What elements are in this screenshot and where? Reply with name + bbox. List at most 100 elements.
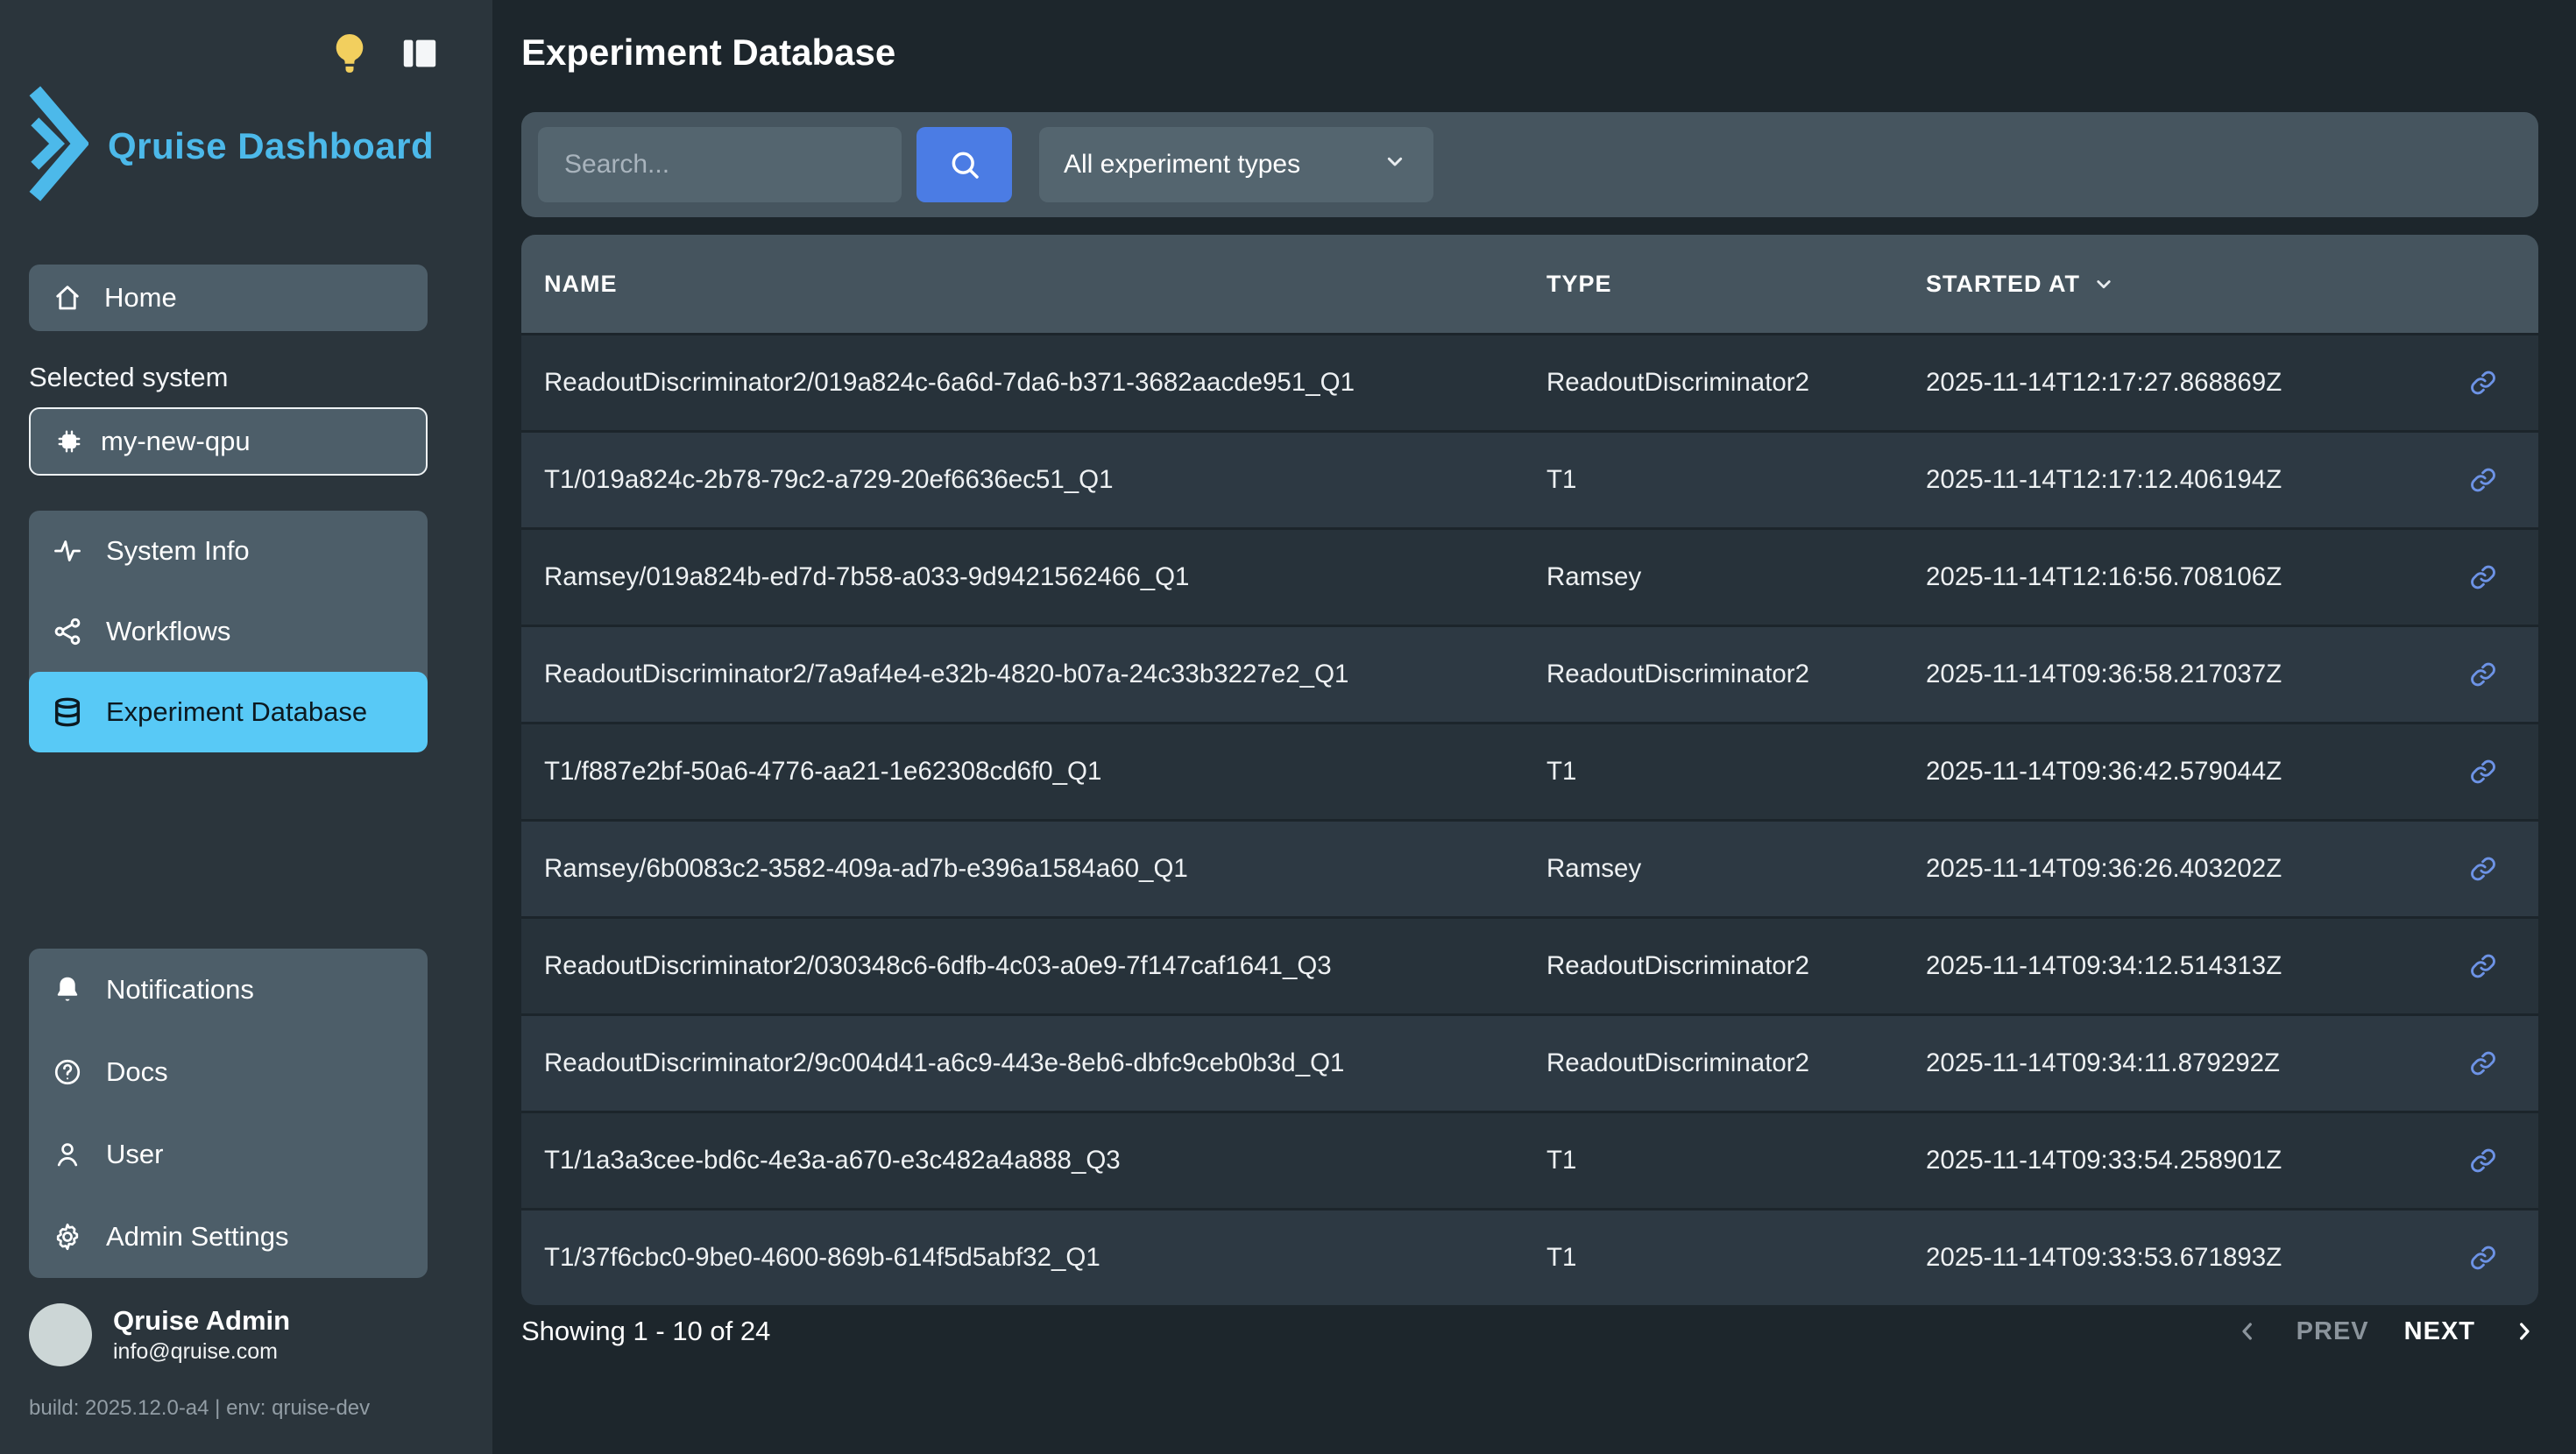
qruise-logo-icon: [29, 83, 88, 208]
search-input[interactable]: [538, 127, 902, 202]
prev-page-button[interactable]: PREV: [2296, 1317, 2369, 1346]
chevron-left-icon[interactable]: [2233, 1317, 2261, 1345]
sidebar: Qruise Dashboard Home Selected system my…: [0, 0, 492, 1454]
experiment-type-cell: Ramsey: [1546, 854, 1926, 884]
activity-icon: [52, 535, 83, 567]
sidebar-item-docs[interactable]: Docs: [29, 1031, 428, 1113]
experiment-type-cell: ReadoutDiscriminator2: [1546, 368, 1926, 398]
experiment-started-cell: 2025-11-14T09:36:26.403202Z: [1926, 854, 2428, 884]
experiment-started-cell: 2025-11-14T09:36:58.217037Z: [1926, 660, 2428, 689]
selected-system-value: my-new-qpu: [101, 426, 251, 457]
database-icon: [52, 696, 83, 728]
home-icon: [52, 282, 83, 314]
brand: Qruise Dashboard: [29, 83, 434, 208]
experiment-started-cell: 2025-11-14T09:33:54.258901Z: [1926, 1146, 2428, 1175]
sidebar-item-admin-settings[interactable]: Admin Settings: [29, 1196, 428, 1278]
sidebar-item-home[interactable]: Home: [29, 265, 428, 331]
experiment-type-cell: ReadoutDiscriminator2: [1546, 951, 1926, 981]
sidebar-item-label: Experiment Database: [106, 696, 367, 728]
pagination-summary: Showing 1 - 10 of 24: [521, 1316, 770, 1347]
sidebar-item-label: Admin Settings: [106, 1221, 289, 1253]
column-header-started-at-label: STARTED AT: [1926, 271, 2080, 298]
sidebar-item-experiment-database[interactable]: Experiment Database: [29, 672, 428, 752]
sidebar-toggle-icon[interactable]: [400, 33, 440, 74]
selected-system-label: Selected system: [29, 362, 228, 393]
experiment-type-cell: ReadoutDiscriminator2: [1546, 1048, 1926, 1078]
table-body: ReadoutDiscriminator2/019a824c-6a6d-7da6…: [521, 333, 2538, 1305]
open-experiment-link[interactable]: [2468, 854, 2498, 884]
sidebar-item-label: Notifications: [106, 974, 254, 1006]
experiment-started-cell: 2025-11-14T12:17:12.406194Z: [1926, 465, 2428, 495]
user-profile[interactable]: Qruise Admin info@qruise.com: [29, 1303, 290, 1366]
chevron-down-icon: [1381, 147, 1409, 182]
chevron-right-icon[interactable]: [2510, 1317, 2538, 1345]
sort-desc-icon[interactable]: [2091, 271, 2117, 297]
column-header-name: NAME: [544, 271, 1546, 298]
table-row: T1/37f6cbc0-9be0-4600-869b-614f5d5abf32_…: [521, 1208, 2538, 1305]
open-experiment-link[interactable]: [2468, 660, 2498, 689]
experiment-actions-cell: [2428, 1048, 2538, 1078]
experiment-type-cell: T1: [1546, 1243, 1926, 1273]
secondary-nav: Notifications Docs User Admin Settings: [29, 949, 428, 1278]
table-row: ReadoutDiscriminator2/9c004d41-a6c9-443e…: [521, 1013, 2538, 1111]
open-experiment-link[interactable]: [2468, 562, 2498, 592]
brand-title: Qruise Dashboard: [108, 125, 434, 167]
experiment-actions-cell: [2428, 562, 2538, 592]
user-name: Qruise Admin: [113, 1304, 290, 1338]
next-page-button[interactable]: NEXT: [2404, 1317, 2475, 1346]
sidebar-item-label: Home: [104, 282, 177, 314]
experiment-type-cell: T1: [1546, 465, 1926, 495]
toolbar: All experiment types: [521, 112, 2538, 217]
experiment-type-cell: T1: [1546, 1146, 1926, 1175]
experiment-started-cell: 2025-11-14T09:36:42.579044Z: [1926, 757, 2428, 787]
open-experiment-link[interactable]: [2468, 1048, 2498, 1078]
table-row: T1/f887e2bf-50a6-4776-aa21-1e62308cd6f0_…: [521, 722, 2538, 819]
experiment-started-cell: 2025-11-14T09:33:53.671893Z: [1926, 1243, 2428, 1273]
open-experiment-link[interactable]: [2468, 1146, 2498, 1175]
sidebar-item-label: Docs: [106, 1056, 168, 1088]
experiments-table: NAME TYPE STARTED AT ReadoutDiscriminato…: [521, 235, 2538, 1305]
user-identity: Qruise Admin info@qruise.com: [113, 1304, 290, 1366]
sidebar-top-icons: [326, 30, 440, 77]
sidebar-item-label: System Info: [106, 535, 250, 567]
sidebar-item-notifications[interactable]: Notifications: [29, 949, 428, 1031]
table-row: Ramsey/019a824b-ed7d-7b58-a033-9d9421562…: [521, 527, 2538, 625]
build-info: build: 2025.12.0-a4 | env: qruise-dev: [29, 1396, 370, 1421]
chip-icon: [53, 426, 85, 457]
table-row: T1/019a824c-2b78-79c2-a729-20ef6636ec51_…: [521, 430, 2538, 527]
experiment-name-cell: Ramsey/019a824b-ed7d-7b58-a033-9d9421562…: [544, 562, 1546, 592]
experiment-name-cell: T1/37f6cbc0-9be0-4600-869b-614f5d5abf32_…: [544, 1243, 1546, 1273]
avatar: [29, 1303, 92, 1366]
experiment-type-select[interactable]: All experiment types: [1039, 127, 1433, 202]
workflow-icon: [52, 616, 83, 647]
open-experiment-link[interactable]: [2468, 465, 2498, 495]
experiment-name-cell: ReadoutDiscriminator2/019a824c-6a6d-7da6…: [544, 368, 1546, 398]
experiment-type-value: All experiment types: [1064, 150, 1300, 180]
experiment-actions-cell: [2428, 757, 2538, 787]
search-button[interactable]: [916, 127, 1012, 202]
open-experiment-link[interactable]: [2468, 1243, 2498, 1273]
gear-icon: [52, 1221, 83, 1253]
sidebar-item-workflows[interactable]: Workflows: [29, 591, 428, 672]
sidebar-item-label: User: [106, 1139, 163, 1170]
experiment-actions-cell: [2428, 951, 2538, 981]
selected-system-button[interactable]: my-new-qpu: [29, 407, 428, 476]
experiment-actions-cell: [2428, 854, 2538, 884]
open-experiment-link[interactable]: [2468, 368, 2498, 398]
experiment-type-cell: T1: [1546, 757, 1926, 787]
column-header-started-at[interactable]: STARTED AT: [1926, 271, 2428, 298]
table-row: Ramsey/6b0083c2-3582-409a-ad7b-e396a1584…: [521, 819, 2538, 916]
experiment-name-cell: Ramsey/6b0083c2-3582-409a-ad7b-e396a1584…: [544, 854, 1546, 884]
experiment-actions-cell: [2428, 660, 2538, 689]
experiment-type-cell: Ramsey: [1546, 562, 1926, 592]
open-experiment-link[interactable]: [2468, 757, 2498, 787]
sidebar-item-user[interactable]: User: [29, 1113, 428, 1196]
experiment-name-cell: ReadoutDiscriminator2/9c004d41-a6c9-443e…: [544, 1048, 1546, 1078]
experiment-started-cell: 2025-11-14T12:16:56.708106Z: [1926, 562, 2428, 592]
sidebar-item-system-info[interactable]: System Info: [29, 511, 428, 591]
theme-lightbulb-icon[interactable]: [326, 30, 373, 77]
open-experiment-link[interactable]: [2468, 951, 2498, 981]
table-row: T1/1a3a3cee-bd6c-4e3a-a670-e3c482a4a888_…: [521, 1111, 2538, 1208]
search-icon: [946, 146, 983, 183]
pagination: PREV NEXT: [2233, 1317, 2538, 1346]
